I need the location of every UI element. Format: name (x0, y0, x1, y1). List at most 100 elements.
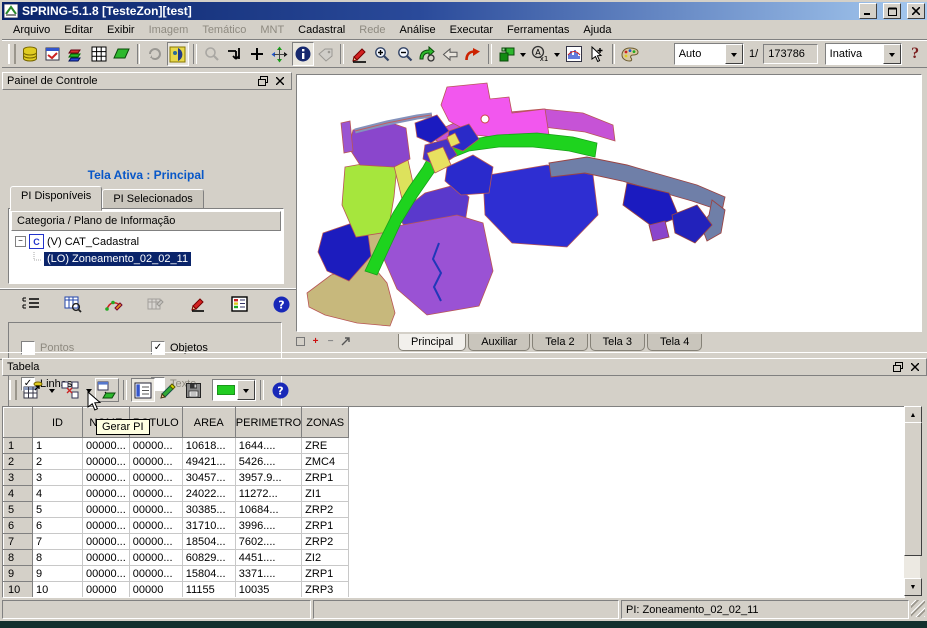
vector-edit-icon[interactable] (102, 292, 126, 316)
fit-view-icon[interactable] (223, 42, 245, 66)
database-icon[interactable] (20, 42, 42, 66)
table-cell[interactable]: ZRP1 (302, 566, 349, 582)
menu-item-ajuda[interactable]: Ajuda (576, 22, 618, 38)
table-cell[interactable]: 00000 (129, 582, 182, 598)
table-row[interactable]: 3300000...00000...30457...3957.9...ZRP1 (4, 470, 349, 486)
view-tab-tela3[interactable]: Tela 3 (590, 334, 645, 351)
fly-to-dropdown[interactable] (518, 43, 528, 65)
table-cell[interactable]: 3 (33, 470, 83, 486)
table-row[interactable]: 8800000...00000...60829...4451....ZI2 (4, 550, 349, 566)
table-cell[interactable]: 00000... (129, 502, 182, 518)
table-cell[interactable]: 31710... (182, 518, 235, 534)
table-cell[interactable]: 60829... (182, 550, 235, 566)
column-header-zonas[interactable]: ZONAS (302, 408, 349, 438)
list-icon[interactable] (19, 292, 43, 316)
column-header-perimetro[interactable]: PERIMETRO (235, 408, 301, 438)
row-header-cell[interactable]: 5 (4, 502, 33, 518)
close-button[interactable] (907, 3, 925, 19)
row-header-cell[interactable]: 1 (4, 438, 33, 454)
menu-item-executar[interactable]: Executar (443, 22, 500, 38)
menu-item-cadastral[interactable]: Cadastral (291, 22, 352, 38)
zoom-in-icon[interactable] (371, 42, 393, 66)
close-panel-icon[interactable] (908, 361, 922, 373)
column-header-area[interactable]: AREA (182, 408, 235, 438)
pencil-icon[interactable] (186, 292, 210, 316)
close-panel-icon[interactable] (273, 75, 287, 87)
contrast-icon[interactable] (167, 42, 189, 66)
row-header-cell[interactable]: 6 (4, 518, 33, 534)
vertical-scrollbar[interactable]: ▲ ▼ (904, 406, 920, 596)
scale-1x-dropdown[interactable] (552, 43, 562, 65)
menu-item-arquivo[interactable]: Arquivo (6, 22, 57, 38)
auto-combo[interactable]: Auto (674, 43, 744, 65)
table-cell[interactable]: 00000... (129, 566, 182, 582)
resize-grip[interactable] (911, 600, 925, 617)
label-tag-icon[interactable] (315, 42, 337, 66)
fly-to-icon[interactable] (496, 42, 518, 66)
table-cell[interactable]: 30385... (182, 502, 235, 518)
table-cell[interactable]: ZRP2 (302, 534, 349, 550)
table-cell[interactable]: ZRP3 (302, 582, 349, 598)
table-cell[interactable]: 1 (33, 438, 83, 454)
tab-pi-disponiveis[interactable]: PI Disponíveis (10, 186, 102, 211)
table-edit-icon[interactable] (144, 292, 168, 316)
column-header-id[interactable]: ID (33, 408, 83, 438)
scroll-down-icon[interactable]: ▼ (904, 578, 922, 596)
menu-item-mnt[interactable]: MNT (253, 22, 291, 38)
table-cell[interactable]: 00000... (129, 550, 182, 566)
table-cell[interactable]: 10 (33, 582, 83, 598)
table-row[interactable]: 9900000...00000...15804...3371....ZRP1 (4, 566, 349, 582)
pan-icon[interactable] (269, 42, 291, 66)
table-cell[interactable]: 4451.... (235, 550, 301, 566)
scale-input[interactable]: 173786 (763, 44, 818, 64)
table-cell[interactable]: 5426.... (235, 454, 301, 470)
table-cell[interactable]: 00000... (83, 486, 130, 502)
form-view-icon[interactable] (131, 378, 155, 402)
table-cell[interactable]: 00000... (129, 534, 182, 550)
help-icon[interactable]: ? (904, 42, 926, 66)
table-cell[interactable]: ZI2 (302, 550, 349, 566)
tree-child-label[interactable]: (LO) Zoneamento_02_02_11 (44, 252, 191, 266)
table-cell[interactable]: 30457... (182, 470, 235, 486)
table-row[interactable]: 101000000000001115510035ZRP3 (4, 582, 349, 598)
table-row[interactable]: 1100000...00000...10618...1644....ZRE (4, 438, 349, 454)
table-cell[interactable]: 5 (33, 502, 83, 518)
help-icon[interactable]: ? (268, 378, 292, 402)
table-cell[interactable]: 00000... (83, 438, 130, 454)
status-combo[interactable]: Inativa (825, 43, 903, 65)
detach-screen-icon[interactable] (339, 335, 352, 348)
menu-item-analise[interactable]: Análise (393, 22, 443, 38)
view-tab-tela4[interactable]: Tela 4 (647, 334, 702, 351)
edit-pencil-icon[interactable] (348, 42, 370, 66)
grid-icon[interactable] (88, 42, 110, 66)
table-cell[interactable]: 00000... (83, 534, 130, 550)
table-cell[interactable]: 10035 (235, 582, 301, 598)
unregister-icon[interactable] (144, 42, 166, 66)
corner-header-cell[interactable] (4, 408, 33, 438)
table-cell[interactable]: 9 (33, 566, 83, 582)
menu-item-tematico[interactable]: Temático (195, 22, 253, 38)
table-cell[interactable]: 11272... (235, 486, 301, 502)
auto-combo-dropdown[interactable] (725, 44, 743, 64)
table-cell[interactable]: ZMC4 (302, 454, 349, 470)
image-registry-icon[interactable] (42, 42, 64, 66)
link-squares-dropdown[interactable] (83, 379, 94, 401)
row-header-cell[interactable]: 3 (4, 470, 33, 486)
row-header-cell[interactable]: 9 (4, 566, 33, 582)
table-row[interactable]: 6600000...00000...31710...3996....ZRP1 (4, 518, 349, 534)
table-cell[interactable]: 3996.... (235, 518, 301, 534)
table-row[interactable]: 4400000...00000...24022...11272...ZI1 (4, 486, 349, 502)
table-cell[interactable]: ZRP1 (302, 470, 349, 486)
table-cell[interactable]: 6 (33, 518, 83, 534)
table-row[interactable]: 7700000...00000...18504...7602....ZRP2 (4, 534, 349, 550)
menu-item-ferramentas[interactable]: Ferramentas (500, 22, 576, 38)
undo-icon[interactable] (462, 42, 484, 66)
crosshair-plus-icon[interactable] (246, 42, 268, 66)
legend-table-icon[interactable] (227, 292, 251, 316)
scale-1x-icon[interactable]: Ax1 (529, 42, 551, 66)
gerar-pi-button[interactable] (95, 378, 119, 402)
view-tab-auxiliar[interactable]: Auxiliar (468, 334, 530, 351)
table-cell[interactable]: 10618... (182, 438, 235, 454)
table-row[interactable]: 5500000...00000...30385...10684...ZRP2 (4, 502, 349, 518)
table-cell[interactable]: 24022... (182, 486, 235, 502)
